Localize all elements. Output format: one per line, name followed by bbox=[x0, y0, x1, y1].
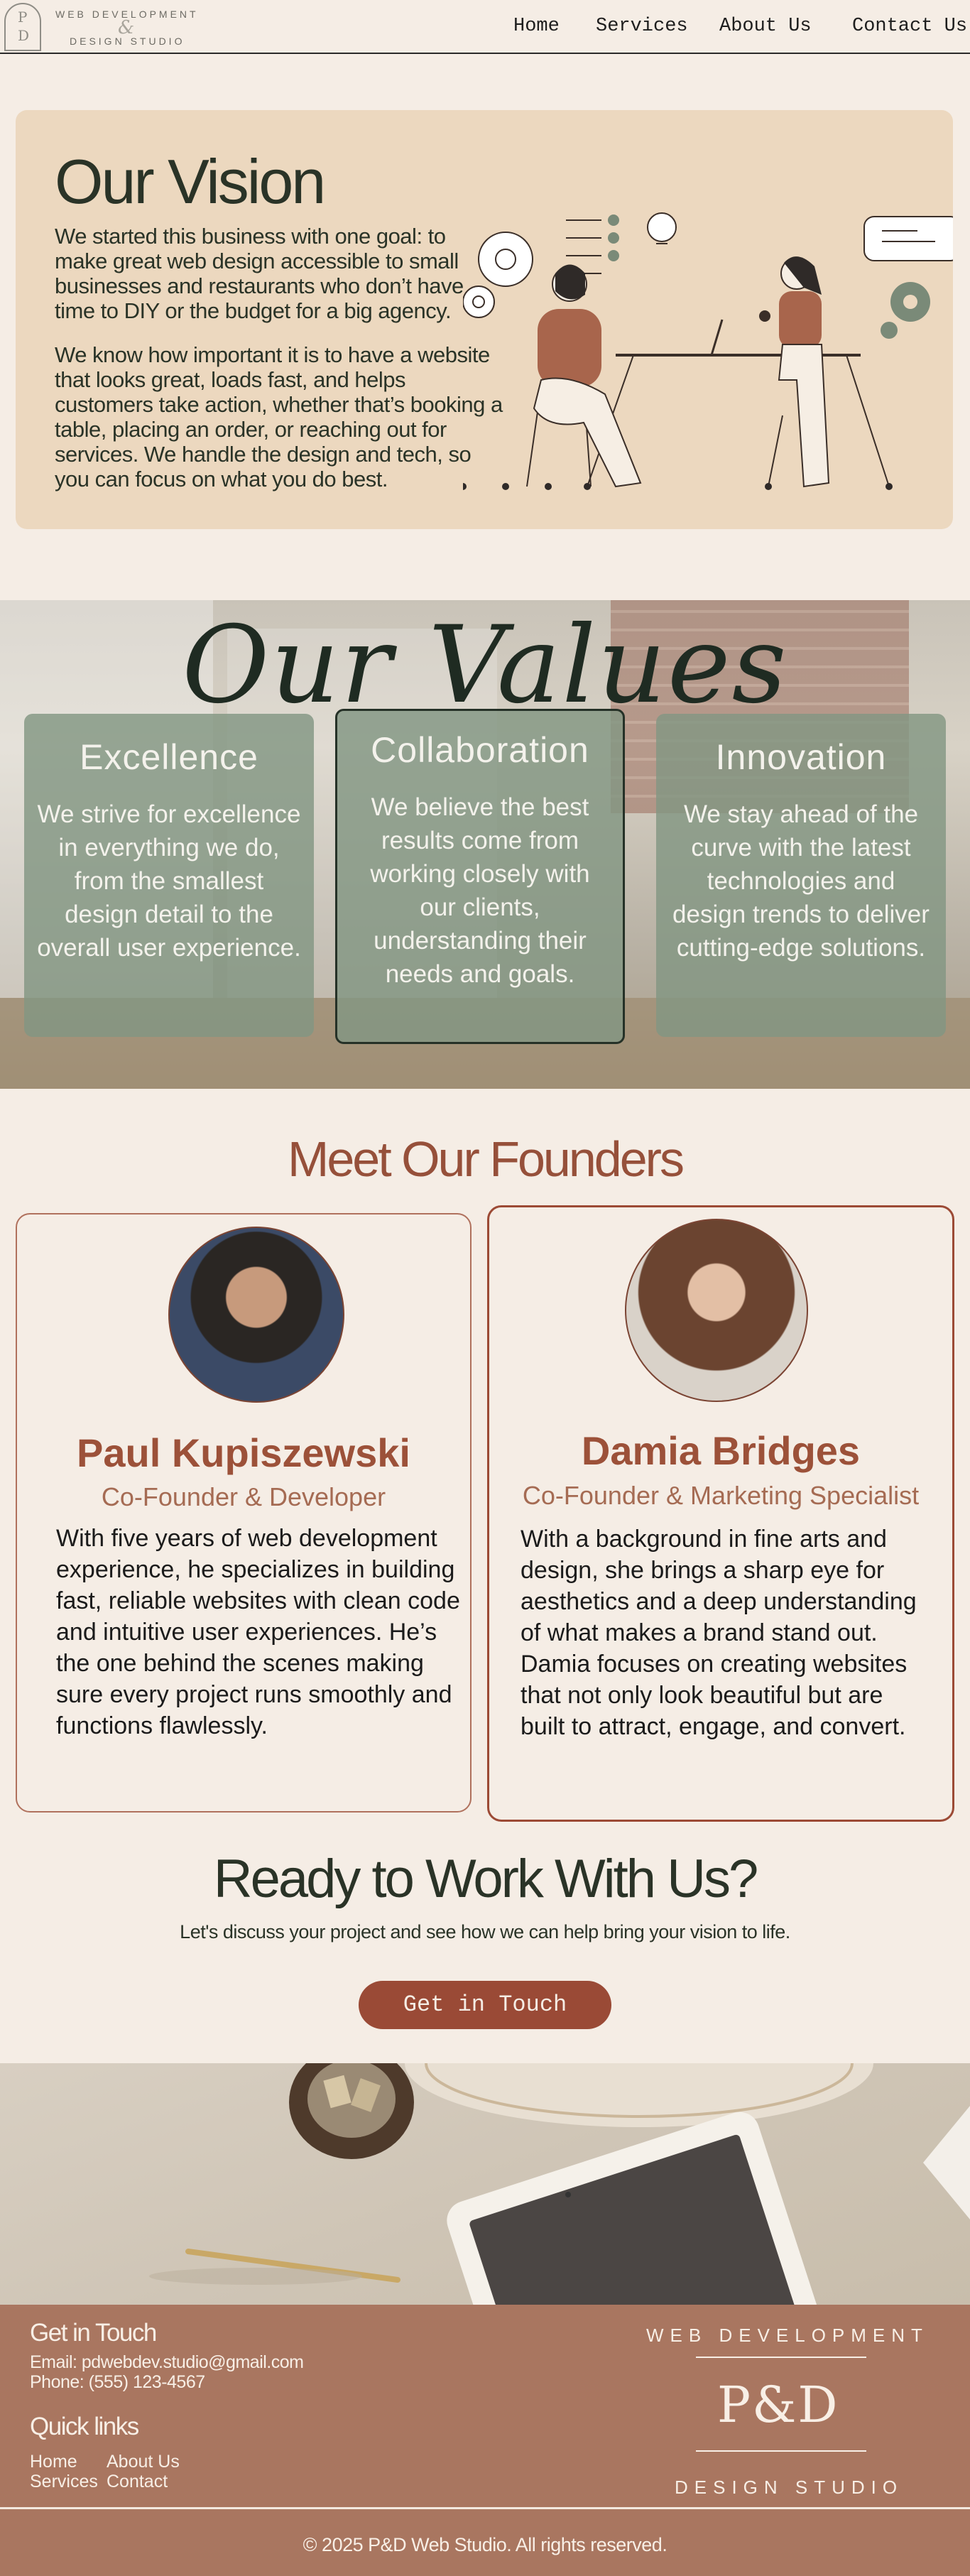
nav-link-home[interactable]: Home bbox=[513, 16, 560, 37]
footer-divider bbox=[0, 2507, 970, 2509]
footer-link-services[interactable]: Services bbox=[30, 2472, 98, 2492]
nav-link-services[interactable]: Services bbox=[596, 16, 688, 37]
vision-section: Our Vision We started this business with… bbox=[16, 110, 953, 529]
value-card-text: We believe the best results come from wo… bbox=[370, 793, 590, 988]
avatar bbox=[625, 1219, 808, 1402]
value-card-collaboration: Collaboration We believe the best result… bbox=[335, 709, 625, 1044]
founder-bio: With a background in fine arts and desig… bbox=[521, 1526, 917, 1740]
team-collaboration-illustration bbox=[463, 212, 953, 490]
footer-phone[interactable]: Phone: (555) 123-4567 bbox=[30, 2372, 205, 2393]
founder-card-paul: Paul Kupiszewski Co-Founder & Developer … bbox=[16, 1213, 472, 1813]
top-navbar: P D WEB DEVELOPMENT & DESIGN STUDIO Home… bbox=[0, 0, 970, 54]
value-card-title: Collaboration bbox=[371, 730, 589, 770]
values-section: Our Values Excellence We strive for exce… bbox=[0, 600, 970, 1089]
cta-subtitle: Let's discuss your project and see how w… bbox=[180, 1921, 790, 1942]
footer-email[interactable]: Email: pdwebdev.studio@gmail.com bbox=[30, 2352, 304, 2373]
cta-title: Ready to Work With Us? bbox=[213, 1849, 759, 1909]
footer-logo-mark: P&D bbox=[717, 2376, 839, 2434]
footer-logo-text-top: WEB DEVELOPMENT bbox=[646, 2325, 929, 2346]
vision-paragraph-2: We know how important it is to have a we… bbox=[55, 342, 503, 491]
founder-role: Co-Founder & Marketing Specialist bbox=[522, 1481, 920, 1510]
logo-arch-icon: P D bbox=[4, 3, 41, 51]
footer-copyright: © 2025 P&D Web Studio. All rights reserv… bbox=[303, 2534, 667, 2555]
logo-text-bottom: DESIGN STUDIO bbox=[70, 36, 185, 47]
value-card-text: We strive for excellence in everything w… bbox=[37, 800, 301, 962]
vision-title: Our Vision bbox=[55, 146, 326, 217]
value-card-title: Excellence bbox=[80, 737, 258, 777]
desk-photo bbox=[0, 2063, 970, 2305]
value-card-text: We stay ahead of the curve with the late… bbox=[672, 800, 930, 962]
nav-link-about[interactable]: About Us bbox=[719, 16, 812, 37]
footer: Get in Touch Email: pdwebdev.studio@gmai… bbox=[0, 2305, 970, 2576]
value-card-excellence: Excellence We strive for excellence in e… bbox=[24, 714, 314, 1037]
avatar bbox=[168, 1227, 344, 1403]
footer-link-home[interactable]: Home bbox=[30, 2452, 77, 2472]
founders-title: Meet Our Founders bbox=[288, 1131, 685, 1187]
founder-role: Co-Founder & Developer bbox=[101, 1482, 386, 1511]
footer-quick-links-title: Quick links bbox=[30, 2413, 139, 2440]
footer-logo-divider bbox=[696, 2357, 866, 2358]
value-card-title: Innovation bbox=[715, 737, 887, 777]
brand-logo[interactable]: P D WEB DEVELOPMENT & DESIGN STUDIO bbox=[4, 3, 210, 51]
footer-link-contact[interactable]: Contact bbox=[107, 2472, 168, 2492]
founder-name: Damia Bridges bbox=[581, 1428, 861, 1473]
founder-name: Paul Kupiszewski bbox=[77, 1430, 410, 1475]
founder-card-damia: Damia Bridges Co-Founder & Marketing Spe… bbox=[487, 1205, 954, 1822]
vision-paragraph-1: We started this business with one goal: … bbox=[55, 224, 464, 323]
footer-logo-divider bbox=[696, 2450, 866, 2452]
footer-link-about[interactable]: About Us bbox=[107, 2452, 180, 2472]
desk-photo-illustration bbox=[149, 2063, 970, 2305]
founder-bio: With five years of web development exper… bbox=[56, 1525, 460, 1739]
logo-letter-d: D bbox=[18, 27, 30, 44]
footer-contact-title: Get in Touch bbox=[30, 2319, 157, 2347]
footer-logo-text-bottom: DESIGN STUDIO bbox=[675, 2477, 904, 2498]
nav-link-contact[interactable]: Contact Us bbox=[852, 16, 967, 37]
get-in-touch-button[interactable]: Get in Touch bbox=[359, 1981, 611, 2029]
value-card-innovation: Innovation We stay ahead of the curve wi… bbox=[656, 714, 946, 1037]
logo-letter-p: P bbox=[18, 9, 28, 26]
